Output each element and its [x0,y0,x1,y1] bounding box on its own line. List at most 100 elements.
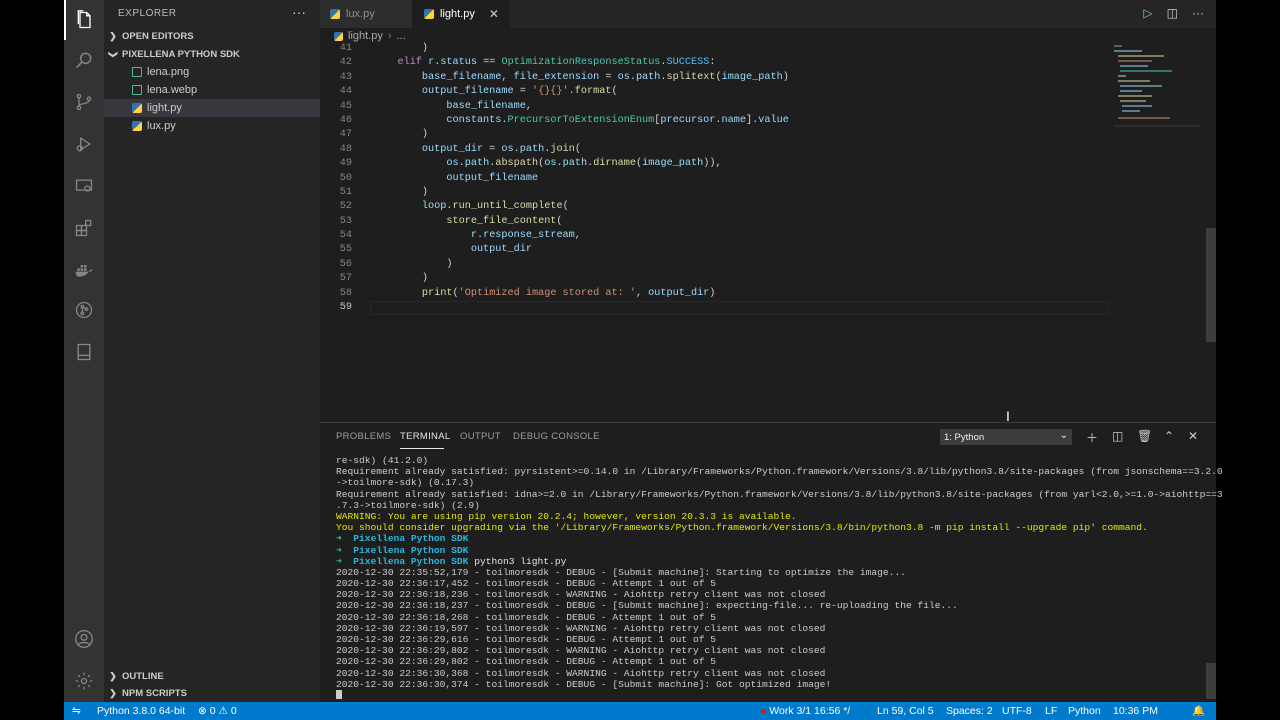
recording-icon: ● [760,705,767,717]
terminal-scrollbar[interactable] [1206,663,1216,699]
image-file-icon [132,85,142,95]
split-editor-icon[interactable]: ◫ [1167,6,1178,20]
line-number: 50 [339,172,352,184]
code-line[interactable]: 55 output_dir [320,243,1216,257]
source-control-icon[interactable] [64,82,104,122]
terminal-output[interactable]: re-sdk) (41.2.0) Requirement already sati… [336,455,1223,701]
code-line[interactable]: 56 ) [320,258,1216,272]
close-panel-icon[interactable]: ✕ [1188,429,1198,443]
code-text: ) [373,186,429,198]
accounts-icon[interactable] [64,619,104,659]
code-line[interactable]: 48 output_dir = os.path.join( [320,143,1216,157]
split-terminal-icon[interactable]: ◫ [1112,429,1123,443]
language-mode[interactable]: Python [1068,702,1101,720]
prompt-command: python3 light.py [474,555,567,567]
code-text: output_dir = os.path.join( [421,143,581,155]
terminal-line: 2020-12-30 22:35:52,179 - toilmoresdk - … [336,567,1206,578]
code-line[interactable]: 59 [320,301,1216,316]
maximize-panel-icon[interactable]: ⌃ [1164,429,1174,443]
prompt-dir: Pixellena Python SDK [353,555,469,567]
code-line[interactable]: 57 ) [320,272,1216,286]
code-line[interactable]: 44 output_filename = '{}{}'.format( [320,85,1216,99]
chevron-down-icon: ❯ [108,50,119,58]
remote-explorer-icon[interactable] [64,166,104,206]
code-line[interactable]: 51 ) [320,186,1216,200]
terminal-text: 2020-12-30 22:36:18,236 - toilmoresdk - … [336,589,826,601]
explorer-icon[interactable] [64,0,104,40]
editor-tabs: lux.py light.py ✕ ▷ ◫ ··· [320,0,1216,28]
file-item-light-py[interactable]: light.py [104,99,320,117]
wakatime-status[interactable]: ● Work 3/1 16:56 */ [760,702,850,720]
code-line[interactable]: 46 constants.PrecursorToExtensionEnum[pr… [320,114,1216,128]
letterbox-left [0,0,64,702]
code-view[interactable]: 41 ) 42 elif r.status == OptimizationResp… [320,42,1216,316]
python-interpreter[interactable]: Python 3.8.0 64-bit [97,702,185,720]
cursor-position[interactable]: Ln 59, Col 5 [877,702,934,720]
terminal-select[interactable]: 1: Python ⌄ [940,429,1072,445]
terminal-text: re-sdk) (41.2.0) [336,455,429,466]
settings-gear-icon[interactable] [64,661,104,701]
line-number: 44 [339,86,352,98]
code-line[interactable]: 41 ) [320,42,1216,56]
terminal-text: 2020-12-30 22:36:19,597 - toilmoresdk - … [336,622,826,634]
code-text: ) [373,273,429,285]
more-actions-icon[interactable]: ··· [292,4,306,20]
tab-debug-console[interactable]: DEBUG CONSOLE [513,431,600,442]
tab-light-py[interactable]: light.py ✕ [412,0,510,28]
file-item-lena-png[interactable]: lena.png [104,63,320,81]
code-line[interactable]: 47 ) [320,128,1216,142]
breadcrumb-file[interactable]: light.py [348,30,383,42]
code-line[interactable]: 49 os.path.abspath(os.path.dirname(image… [320,157,1216,171]
code-text: output_filename = '{}{}'.format( [421,86,618,98]
terminal-text: Requirement already satisfied: idna>=2.0… [336,488,1223,500]
tab-terminal[interactable]: TERMINAL [400,431,450,442]
clock: 10:36 PM [1113,705,1158,717]
code-text: output_dir [470,244,532,256]
code-line[interactable]: 53 store_file_content( [320,215,1216,229]
file-item-lux-py[interactable]: lux.py [104,117,320,135]
npm-scripts-section[interactable]: ❯ NPM SCRIPTS [104,684,320,702]
code-line[interactable]: 43 base_filename, file_extension = os.pa… [320,71,1216,85]
file-label: lena.webp [147,84,198,96]
remote-icon[interactable]: ⇋ [72,702,81,720]
bottom-panel: PROBLEMS TERMINAL OUTPUT DEBUG CONSOLE 1… [320,422,1223,702]
new-terminal-icon[interactable]: ＋ [1086,429,1098,446]
terminal-select-value: 1: Python [944,431,985,443]
folder-section[interactable]: ❯ PIXELLENA PYTHON SDK [104,45,320,63]
git-graph-icon[interactable] [64,290,104,330]
problems-status[interactable]: ⊗ 0 ⚠ 0 [198,702,237,720]
code-line[interactable]: 58 print('Optimized image stored at: ', … [320,287,1216,301]
tab-lux-py[interactable]: lux.py [320,0,412,28]
code-line[interactable]: 54 r.response_stream, [320,229,1216,243]
terminal-text: 2020-12-30 22:36:18,268 - toilmoresdk - … [336,611,716,623]
code-line[interactable]: 52 loop.run_until_complete( [320,200,1216,214]
code-line[interactable]: 42 elif r.status == OptimizationResponse… [320,56,1216,70]
code-line[interactable]: 45 base_filename, [320,100,1216,114]
file-item-lena-webp[interactable]: lena.webp [104,81,320,99]
search-icon[interactable] [64,40,104,80]
extensions-icon[interactable] [64,208,104,248]
close-icon[interactable]: ✕ [489,7,499,21]
minimap[interactable] [1112,42,1202,138]
tab-output[interactable]: OUTPUT [460,431,501,442]
code-line[interactable]: 50 output_filename [320,172,1216,186]
trash-icon[interactable]: 🗑 [1137,429,1152,443]
run-icon[interactable]: ▷ [1143,6,1152,20]
indentation[interactable]: Spaces: 2 [946,702,993,720]
tab-problems[interactable]: PROBLEMS [336,431,391,442]
end-of-line[interactable]: LF [1045,702,1057,720]
outline-section[interactable]: ❯ OUTLINE [104,667,320,685]
more-actions-icon[interactable]: ··· [1192,6,1204,20]
notifications-bell-icon[interactable]: 🔔 [1192,702,1205,720]
run-debug-icon[interactable] [64,124,104,164]
breadcrumb-rest[interactable]: ... [397,30,406,42]
terminal-text: .7.3->toilmore-sdk) (2.9) [336,499,480,511]
notebook-icon[interactable] [64,332,104,372]
docker-icon[interactable] [64,250,104,290]
encoding[interactable]: UTF-8 [1002,702,1032,720]
terminal-text: Requirement already satisfied: pyrsisten… [336,466,1223,478]
letterbox-bottom-left [0,702,64,720]
editor-scrollbar[interactable] [1206,228,1216,342]
terminal-cursor-line[interactable] [336,689,1206,701]
open-editors-section[interactable]: ❯ OPEN EDITORS [104,27,320,45]
